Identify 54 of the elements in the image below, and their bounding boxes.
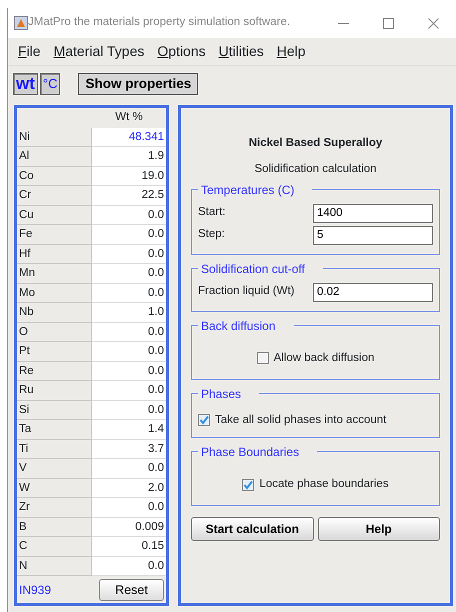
menu-item[interactable]: Material Types — [54, 41, 144, 62]
value-cell[interactable]: 0.0 — [92, 284, 166, 303]
field-label: Step: — [198, 227, 225, 242]
value-cell[interactable]: 0.009 — [92, 518, 166, 537]
field-label: Fraction liquid (Wt) — [198, 284, 294, 300]
menu-item[interactable]: File — [18, 41, 41, 62]
value-cell[interactable]: 0.0 — [92, 322, 166, 342]
start-button[interactable]: Start calculation — [191, 517, 314, 542]
input-field[interactable]: 0.02 — [313, 282, 433, 302]
value-cell[interactable]: 0.0 — [92, 342, 166, 362]
value-cell[interactable]: 1.0 — [92, 303, 166, 322]
checkbox[interactable] — [242, 478, 254, 491]
unit-toggle[interactable]: wt — [13, 73, 38, 95]
checkbox-label: Allow back diffusion — [274, 350, 374, 366]
checkbox[interactable] — [198, 414, 210, 426]
menu-item[interactable]: Help — [276, 41, 306, 62]
help-button[interactable]: Help — [318, 517, 440, 542]
window-title: JMatPro the materials property simulation software. — [28, 15, 290, 30]
value-cell[interactable]: 22.5 — [92, 186, 166, 206]
app-icon — [14, 16, 28, 30]
value-cell[interactable]: 48.341 — [92, 128, 166, 147]
checkbox[interactable] — [256, 352, 269, 364]
value-cell[interactable]: 0.0 — [92, 498, 166, 518]
checkbox-label: Locate phase boundaries — [259, 477, 389, 492]
menu-item[interactable]: Options — [157, 41, 206, 62]
close-icon[interactable] — [428, 18, 439, 28]
value-cell[interactable]: 0.0 — [92, 362, 166, 381]
value-cell[interactable]: 0.15 — [92, 537, 166, 556]
column-header: Wt % — [114, 110, 144, 125]
show-properties-button[interactable]: Show properties — [78, 73, 198, 95]
maximize-icon[interactable] — [383, 18, 394, 28]
value-cell[interactable]: 0.0 — [92, 459, 166, 478]
value-cell[interactable]: 1.9 — [92, 147, 166, 166]
value-cell[interactable]: 0.0 — [92, 206, 166, 225]
value-cell[interactable]: 2.0 — [92, 478, 166, 498]
value-cell[interactable]: 0.0 — [92, 244, 166, 264]
alloy-name: IN939 — [19, 582, 52, 598]
value-cell[interactable]: 19.0 — [92, 166, 166, 186]
input-field[interactable]: 1400 — [313, 204, 433, 222]
panel-subtitle: Solidification calculation — [253, 162, 378, 178]
reset-button[interactable]: Reset — [99, 578, 164, 600]
value-cell[interactable]: 0.0 — [92, 381, 166, 400]
value-cell[interactable]: 3.7 — [92, 440, 166, 459]
value-cell[interactable]: 0.0 — [92, 225, 166, 244]
unit-toggle[interactable]: °C — [40, 73, 60, 95]
input-field[interactable]: 5 — [313, 226, 433, 244]
panel-title: Nickel Based Superalloy — [248, 136, 384, 151]
value-cell[interactable]: 0.0 — [92, 400, 166, 420]
value-cell[interactable]: 0.0 — [92, 264, 166, 284]
field-label: Start: — [198, 205, 226, 220]
value-cell[interactable]: 1.4 — [92, 420, 166, 440]
value-cell[interactable]: 0.0 — [92, 556, 166, 576]
menu-item[interactable]: Utilities — [218, 41, 264, 62]
checkbox-label: Take all solid phases into account — [215, 412, 386, 428]
